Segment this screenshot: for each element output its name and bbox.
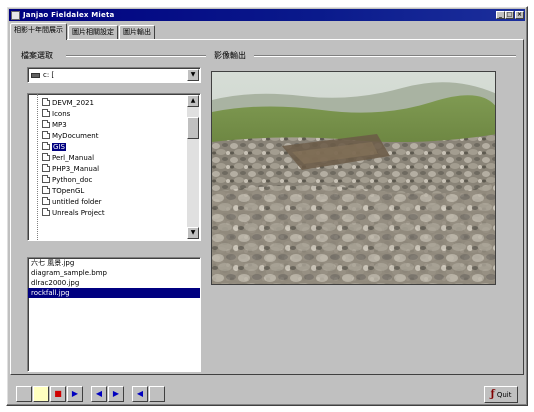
directory-item[interactable]: TOpenGL	[42, 185, 84, 196]
folder-icon	[42, 163, 50, 172]
file-item[interactable]: dlrac2000.jpg	[28, 278, 200, 288]
image-output-label: 影像輸出	[214, 51, 246, 60]
tab-display[interactable]: 相影十年間展示	[10, 23, 67, 40]
blank-button[interactable]	[16, 386, 32, 402]
file-item[interactable]: 六七 風景.jpg	[28, 258, 200, 268]
image-preview	[211, 71, 496, 285]
drive-icon	[31, 72, 40, 78]
note-button[interactable]	[33, 386, 49, 402]
directory-scrollbar[interactable]: ▲ ▼	[187, 95, 199, 239]
folder-icon	[42, 119, 50, 128]
folder-icon	[42, 196, 50, 205]
divider	[254, 55, 516, 57]
play-button[interactable]: ▶	[67, 386, 83, 402]
tab-output[interactable]: 圖片輸出	[119, 25, 155, 40]
close-button[interactable]: ×	[515, 11, 524, 19]
rockfall-photo	[212, 72, 495, 284]
directory-item[interactable]: MP3	[42, 119, 67, 130]
folder-icon	[42, 174, 50, 183]
minimize-button[interactable]: _	[496, 11, 505, 19]
folder-open-icon	[42, 141, 50, 150]
scroll-thumb[interactable]	[187, 117, 199, 139]
stop-button[interactable]: ■	[50, 386, 66, 402]
directory-item[interactable]: MyDocument	[42, 130, 98, 141]
directory-item[interactable]: untitled folder	[42, 196, 102, 207]
quit-label: Quit	[496, 390, 512, 399]
folder-icon	[42, 152, 50, 161]
divider	[66, 55, 206, 57]
title-bar[interactable]: Janjao Fieldalex Mieta _ □ ×	[9, 9, 525, 21]
scroll-down-icon[interactable]: ▼	[187, 227, 199, 239]
rewind-button[interactable]: ◀	[132, 386, 148, 402]
directory-item[interactable]: PHP3_Manual	[42, 163, 99, 174]
directory-item[interactable]: Python_doc	[42, 174, 92, 185]
next-icon: ▶	[112, 389, 120, 398]
playback-bar: ■ ▶ ◀ ▶ ◀ ƒ Quit	[10, 378, 524, 404]
blank-button[interactable]	[149, 386, 165, 402]
directory-item[interactable]: Perl_Manual	[42, 152, 94, 163]
folder-icon	[42, 97, 50, 106]
quit-icon: ƒ	[490, 389, 495, 400]
folder-icon	[42, 207, 50, 216]
scroll-up-icon[interactable]: ▲	[187, 95, 199, 107]
drive-select[interactable]: c: [ ▼	[27, 67, 201, 83]
folder-icon	[42, 130, 50, 139]
play-icon: ▶	[71, 389, 79, 398]
window-title: Janjao Fieldalex Mieta	[23, 11, 115, 19]
app-window: Janjao Fieldalex Mieta _ □ × 相影十年間展示 圖片相…	[6, 6, 528, 406]
directory-list[interactable]: DEVM_2021 Icons MP3 MyDocument GIS Perl_…	[27, 93, 201, 241]
dropdown-arrow-icon[interactable]: ▼	[187, 69, 199, 81]
file-item-selected[interactable]: rockfall.jpg	[28, 288, 200, 298]
stop-icon: ■	[54, 389, 62, 398]
file-item[interactable]: diagram_sample.bmp	[28, 268, 200, 278]
tree-line	[37, 94, 38, 240]
tab-bar: 相影十年間展示 圖片相關設定 圖片輸出	[10, 23, 156, 40]
prev-button[interactable]: ◀	[91, 386, 107, 402]
directory-item[interactable]: DEVM_2021	[42, 97, 94, 108]
file-list[interactable]: 六七 風景.jpg diagram_sample.bmp dlrac2000.j…	[27, 257, 201, 372]
prev-icon: ◀	[95, 389, 103, 398]
directory-item[interactable]: Icons	[42, 108, 70, 119]
drive-value: c: [	[43, 71, 55, 79]
folder-icon	[42, 108, 50, 117]
directory-item-selected[interactable]: GIS	[42, 141, 66, 152]
maximize-button[interactable]: □	[505, 11, 514, 19]
next-button[interactable]: ▶	[108, 386, 124, 402]
folder-icon	[42, 185, 50, 194]
file-select-label: 檔案選取	[21, 51, 53, 60]
rewind-icon: ◀	[136, 389, 144, 398]
app-icon	[11, 10, 20, 20]
quit-button[interactable]: ƒ Quit	[484, 386, 518, 403]
directory-item[interactable]: Unreals Project	[42, 207, 105, 218]
tab-settings[interactable]: 圖片相關設定	[68, 25, 118, 40]
